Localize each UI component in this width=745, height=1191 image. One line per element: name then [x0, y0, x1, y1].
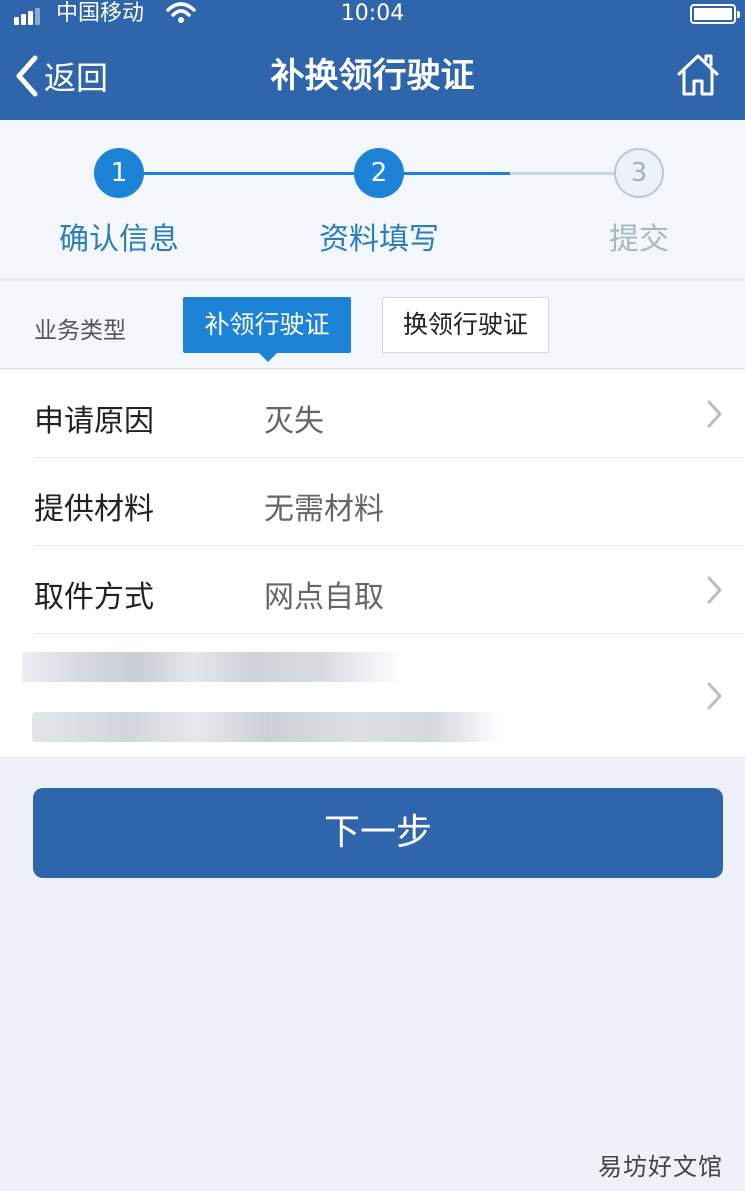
pickup-method-label: 取件方式 [34, 580, 154, 615]
chevron-right-icon [707, 400, 722, 428]
application-form: 申请原因 灭失 提供材料 无需材料 取件方式 网点自取 [0, 370, 745, 758]
business-type-label: 业务类型 [34, 318, 126, 344]
option-reissue-license[interactable]: 补领行驶证 [183, 297, 351, 362]
progress-steps: 1 2 3 确认信息 资料填写 提交 [0, 120, 745, 280]
step-1-label: 确认信息 [59, 222, 179, 257]
watermark: 易坊好文馆 [598, 1153, 723, 1181]
materials-row: 提供材料 无需材料 [34, 458, 745, 546]
next-step-button[interactable]: 下一步 [33, 788, 723, 878]
blurred-address-line-1 [22, 652, 402, 682]
top-bar: 中国移动 10:04 返回 补换领行驶证 [0, 0, 745, 120]
reason-value: 灭失 [264, 404, 324, 439]
step-3-label: 提交 [609, 222, 669, 257]
step-2-label: 资料填写 [319, 222, 439, 257]
reason-label: 申请原因 [34, 404, 154, 439]
step-3-circle: 3 [614, 148, 664, 198]
materials-value: 无需材料 [264, 492, 384, 527]
business-type-selector: 业务类型 补领行驶证 换领行驶证 [0, 281, 745, 369]
home-icon[interactable] [675, 52, 721, 98]
step-connector-done [119, 172, 380, 175]
status-bar: 中国移动 10:04 [0, 0, 745, 30]
step-2-circle: 2 [354, 148, 404, 198]
reason-row[interactable]: 申请原因 灭失 [34, 370, 745, 458]
pickup-method-value: 网点自取 [264, 580, 384, 615]
pickup-method-row[interactable]: 取件方式 网点自取 [34, 546, 745, 634]
page-title: 补换领行驶证 [270, 56, 475, 96]
battery-icon [690, 4, 740, 24]
blurred-address-line-2 [32, 712, 502, 742]
status-time: 10:04 [340, 1, 405, 26]
pickup-location-row[interactable] [22, 634, 745, 758]
chevron-right-icon [707, 576, 722, 604]
chevron-right-icon [707, 682, 722, 710]
materials-label: 提供材料 [34, 492, 154, 527]
step-1-circle: 1 [94, 148, 144, 198]
option-replace-license[interactable]: 换领行驶证 [382, 297, 549, 353]
